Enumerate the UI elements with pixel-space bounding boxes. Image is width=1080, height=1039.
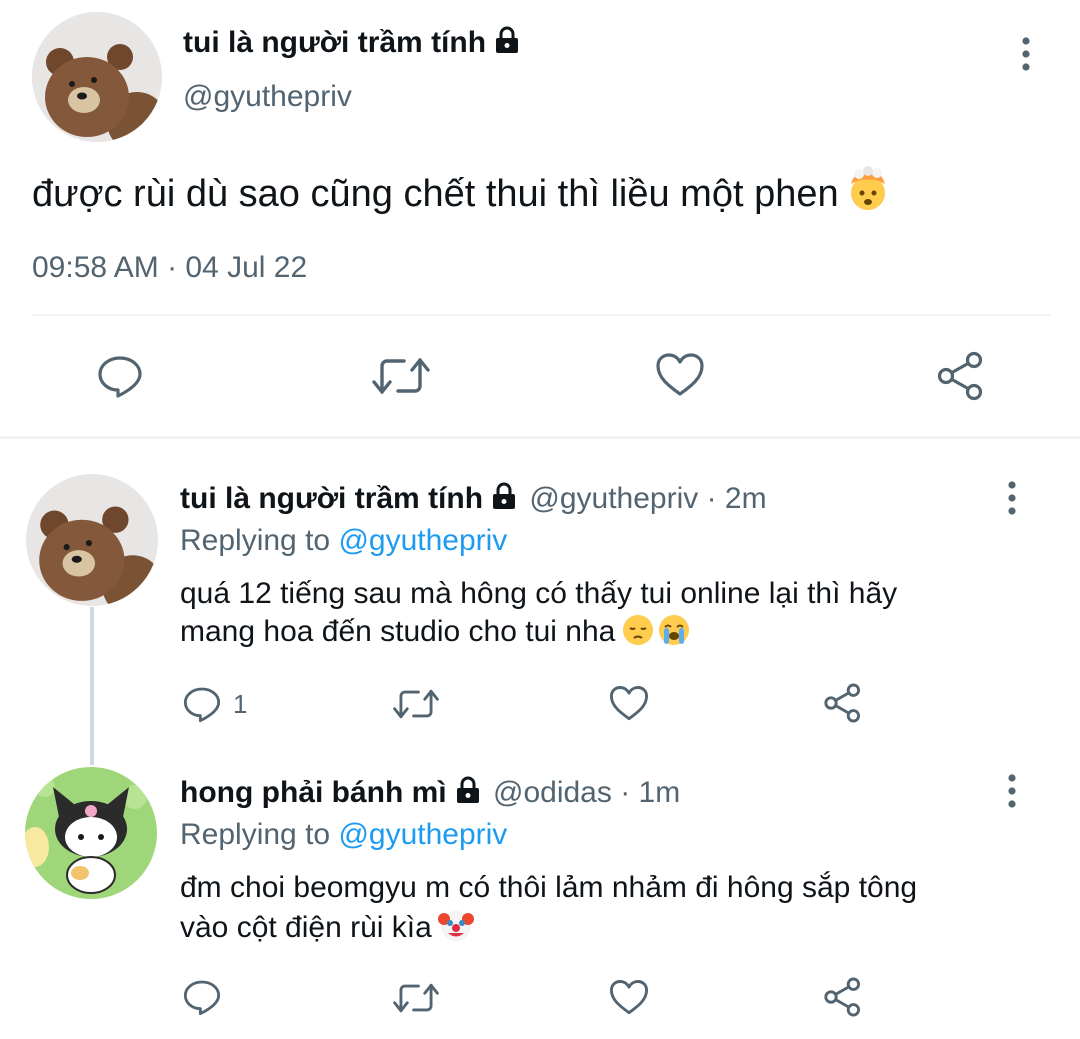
lock-icon xyxy=(491,482,517,518)
avatar[interactable] xyxy=(32,12,162,142)
exploding-head-emoji xyxy=(845,166,891,222)
reply-text: quá 12 tiếng sau mà hông có thấy tui onl… xyxy=(180,575,1000,657)
lock-icon xyxy=(494,26,520,62)
more-options-icon[interactable] xyxy=(1002,773,1022,809)
teddy-bear-avatar-image xyxy=(32,12,162,142)
thread-connector-line xyxy=(90,607,94,765)
tweet-text-content: được rùi dù sao cũng chết thui thì liều … xyxy=(32,173,839,215)
crying-face-emoji xyxy=(657,613,691,657)
reply-author-name[interactable]: tui là người trầm tính xyxy=(180,482,483,515)
reply-icon[interactable] xyxy=(96,352,144,400)
reply-avatar[interactable] xyxy=(26,474,158,606)
reply-author-name[interactable]: hong phải bánh mì xyxy=(180,776,447,809)
reply-icon[interactable]: 1 xyxy=(181,684,247,724)
reply-text-line: đm choi beomgyu m có thôi lảm nhảm đi hô… xyxy=(180,871,918,904)
kuromi-avatar-image xyxy=(25,767,157,899)
author-handle[interactable]: @gyuthepriv xyxy=(183,80,352,114)
clown-face-emoji xyxy=(437,907,474,953)
reply-text-line-with-emoji: mang hoa đến studio cho tui nha xyxy=(180,613,1000,657)
like-heart-icon[interactable] xyxy=(609,685,649,722)
more-options-icon[interactable] xyxy=(1016,36,1036,72)
divider xyxy=(32,314,1050,316)
section-divider xyxy=(0,436,1080,439)
replying-to-label: Replying to xyxy=(180,524,331,557)
lock-icon xyxy=(455,776,481,812)
retweet-icon[interactable] xyxy=(393,686,439,722)
reply-header: tui là người trầm tính @gyuthepriv · 2m xyxy=(180,482,767,518)
author-name[interactable]: tui là người trầm tính xyxy=(183,26,520,62)
reply-text-line: mang hoa đến studio cho tui nha xyxy=(180,615,616,648)
like-heart-icon[interactable] xyxy=(609,979,649,1016)
reply-text-line-with-emoji: vào cột điện rùi kìa xyxy=(180,907,1000,953)
reply-text: đm choi beomgyu m có thôi lảm nhảm đi hô… xyxy=(180,869,1000,953)
replying-to: Replying to @gyuthepriv xyxy=(180,524,507,558)
reply-text-line: quá 12 tiếng sau mà hông có thấy tui onl… xyxy=(180,577,898,610)
reply-text-line: vào cột điện rùi kìa xyxy=(180,911,432,944)
author-name-text: tui là người trầm tính xyxy=(183,26,487,59)
reply-count: 1 xyxy=(233,688,248,719)
reply-time: · 1m xyxy=(620,776,681,809)
reply-time: · 2m xyxy=(706,482,767,515)
reply-author-handle[interactable]: @gyuthepriv xyxy=(529,482,698,515)
replying-to-handle-link[interactable]: @gyuthepriv xyxy=(338,818,507,851)
replying-to-handle-link[interactable]: @gyuthepriv xyxy=(338,524,507,557)
retweet-icon[interactable] xyxy=(372,354,430,398)
more-options-icon[interactable] xyxy=(1002,480,1022,516)
retweet-icon[interactable] xyxy=(393,980,439,1016)
replying-to-label: Replying to xyxy=(180,818,331,851)
tweet-text: được rùi dù sao cũng chết thui thì liều … xyxy=(32,166,891,222)
reply-author-handle[interactable]: @odidas xyxy=(493,776,612,809)
share-icon[interactable] xyxy=(936,351,986,401)
tweet-timestamp: 09:58 AM · 04 Jul 22 xyxy=(32,251,308,284)
reply-avatar[interactable] xyxy=(25,767,157,899)
share-icon[interactable] xyxy=(823,977,863,1017)
like-heart-icon[interactable] xyxy=(655,352,705,398)
teddy-bear-avatar-image xyxy=(26,474,158,606)
pensive-face-emoji xyxy=(621,613,655,657)
reply-header: hong phải bánh mì @odidas · 1m xyxy=(180,776,680,812)
reply-icon[interactable] xyxy=(181,977,223,1017)
share-icon[interactable] xyxy=(823,683,863,723)
replying-to: Replying to @gyuthepriv xyxy=(180,818,507,852)
